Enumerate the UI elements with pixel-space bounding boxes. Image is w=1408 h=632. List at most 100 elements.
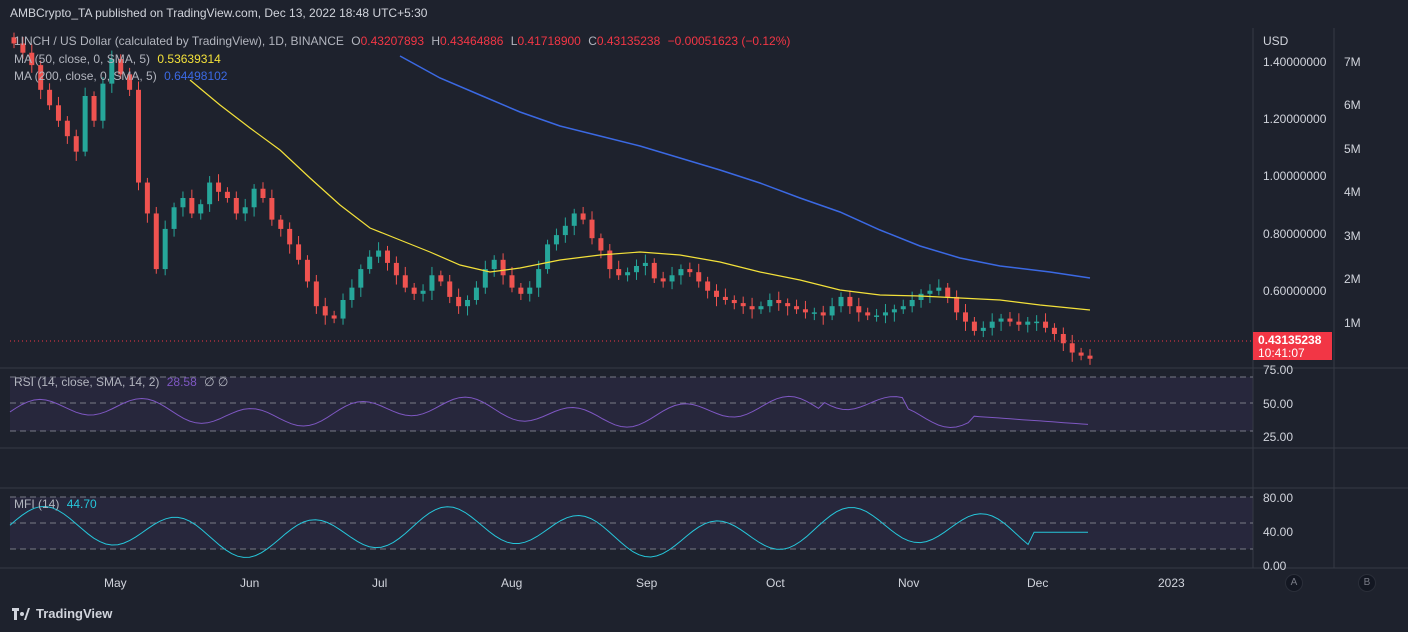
- candle-body: [456, 296, 462, 307]
- low-value: 0.41718900: [517, 34, 581, 48]
- symbol-name[interactable]: 1INCH / US Dollar (calculated by Trading…: [14, 34, 344, 48]
- high-label: H: [431, 34, 441, 48]
- candle-body: [518, 287, 524, 294]
- open-value: 0.43207893: [360, 34, 424, 48]
- candle-body: [660, 278, 666, 282]
- volume-tick: 5M: [1344, 142, 1361, 156]
- price-tick: 1.00000000: [1263, 169, 1327, 183]
- candle-body: [722, 296, 728, 300]
- time-tick: Nov: [898, 576, 920, 590]
- candle-body: [358, 269, 364, 288]
- candle-body: [447, 281, 453, 297]
- mfi-tick: 0.00: [1263, 559, 1287, 573]
- candle-body: [171, 207, 177, 229]
- currency-label: USD: [1263, 34, 1289, 48]
- candle-body: [847, 296, 853, 307]
- candle-body: [1078, 352, 1084, 356]
- close-label: C: [588, 34, 597, 48]
- candle-body: [598, 238, 604, 251]
- rsi-legend[interactable]: RSI (14, close, SMA, 14, 2) 28.58 ∅ ∅: [14, 375, 232, 389]
- candle-body: [829, 306, 835, 316]
- price-tick: 1.40000000: [1263, 55, 1327, 69]
- candle-body: [696, 272, 702, 282]
- candle-body: [980, 327, 986, 331]
- candle-body: [242, 207, 248, 214]
- candle-body: [882, 312, 888, 316]
- ma200-legend[interactable]: MA (200, close, 0, SMA, 5) 0.64498102: [14, 69, 231, 83]
- candle-body: [918, 293, 924, 300]
- ma50-legend[interactable]: MA (50, close, 0, SMA, 5) 0.53639314: [14, 52, 225, 66]
- candle-body: [1034, 321, 1040, 324]
- candle-body: [82, 96, 88, 152]
- candle-body: [731, 300, 737, 304]
- tradingview-chart-window: AMBCrypto_TA published on TradingView.co…: [0, 0, 1408, 632]
- time-tick: Oct: [766, 576, 785, 590]
- candle-body: [269, 198, 275, 220]
- candle-body: [216, 182, 222, 192]
- candle-body: [322, 306, 328, 316]
- candle-body: [73, 136, 79, 152]
- candle-body: [785, 303, 791, 307]
- candle-body: [865, 312, 871, 316]
- candle-body: [331, 315, 337, 319]
- ma50-value: 0.53639314: [157, 52, 221, 66]
- candle-body: [838, 296, 844, 307]
- time-tick: Aug: [501, 576, 523, 590]
- candle-body: [820, 312, 826, 316]
- last-price-tag: 0.43135238 10:41:07: [1253, 332, 1332, 360]
- candle-body: [162, 228, 168, 270]
- time-tick: Sep: [636, 576, 658, 590]
- candle-body: [802, 309, 808, 313]
- symbol-legend[interactable]: 1INCH / US Dollar (calculated by Trading…: [14, 34, 794, 48]
- price-tick: 0.80000000: [1263, 227, 1327, 241]
- candle-body: [402, 275, 408, 288]
- candle-body: [313, 281, 319, 307]
- chart-canvas[interactable]: [0, 0, 1408, 632]
- candle-body: [625, 272, 631, 276]
- time-tick: Dec: [1027, 576, 1049, 590]
- footer-brand[interactable]: TradingView: [12, 606, 112, 621]
- rsi-tick: 75.00: [1263, 363, 1294, 377]
- candle-body: [714, 290, 720, 297]
- time-tick: Jun: [240, 576, 260, 590]
- candle-body: [616, 269, 622, 276]
- candle-body: [349, 287, 355, 300]
- candle-body: [189, 198, 195, 214]
- ma200-label: MA (200, close, 0, SMA, 5): [14, 69, 157, 83]
- candle-body: [669, 275, 675, 282]
- ma200-value: 0.64498102: [164, 69, 228, 83]
- candle-body: [642, 262, 648, 266]
- auto-scale-button[interactable]: A: [1285, 574, 1303, 592]
- candle-body: [651, 262, 657, 279]
- change-value: −0.00051623 (−0.12%): [667, 34, 791, 48]
- candle-body: [589, 219, 595, 239]
- candle-body: [198, 204, 204, 214]
- candle-body: [687, 269, 693, 273]
- candle-body: [562, 225, 568, 236]
- candle-body: [500, 259, 506, 276]
- candle-body: [64, 120, 70, 137]
- candle-body: [553, 235, 559, 245]
- candle-body: [260, 188, 266, 198]
- candle-body: [954, 296, 960, 313]
- candle-body: [491, 259, 497, 270]
- candle-body: [545, 244, 551, 270]
- time-tick: 2023: [1158, 576, 1185, 590]
- rsi-tick: 50.00: [1263, 397, 1294, 411]
- volume-scale-button[interactable]: B: [1358, 574, 1376, 592]
- time-tick: Jul: [372, 576, 388, 590]
- candle-body: [900, 306, 906, 310]
- candle-body: [927, 290, 933, 294]
- publisher-header: AMBCrypto_TA published on TradingView.co…: [10, 6, 428, 20]
- candle-body: [963, 312, 969, 322]
- candle-body: [1025, 321, 1031, 325]
- mfi-legend[interactable]: MFI (14) 44.70: [14, 497, 101, 511]
- candle-body: [207, 182, 213, 205]
- candle-body: [509, 275, 515, 288]
- time-tick: May: [104, 576, 127, 590]
- candle-body: [1087, 355, 1093, 359]
- candle-body: [1051, 327, 1057, 334]
- candle-body: [1069, 343, 1075, 353]
- volume-tick: 3M: [1344, 229, 1361, 243]
- candle-body: [794, 306, 800, 310]
